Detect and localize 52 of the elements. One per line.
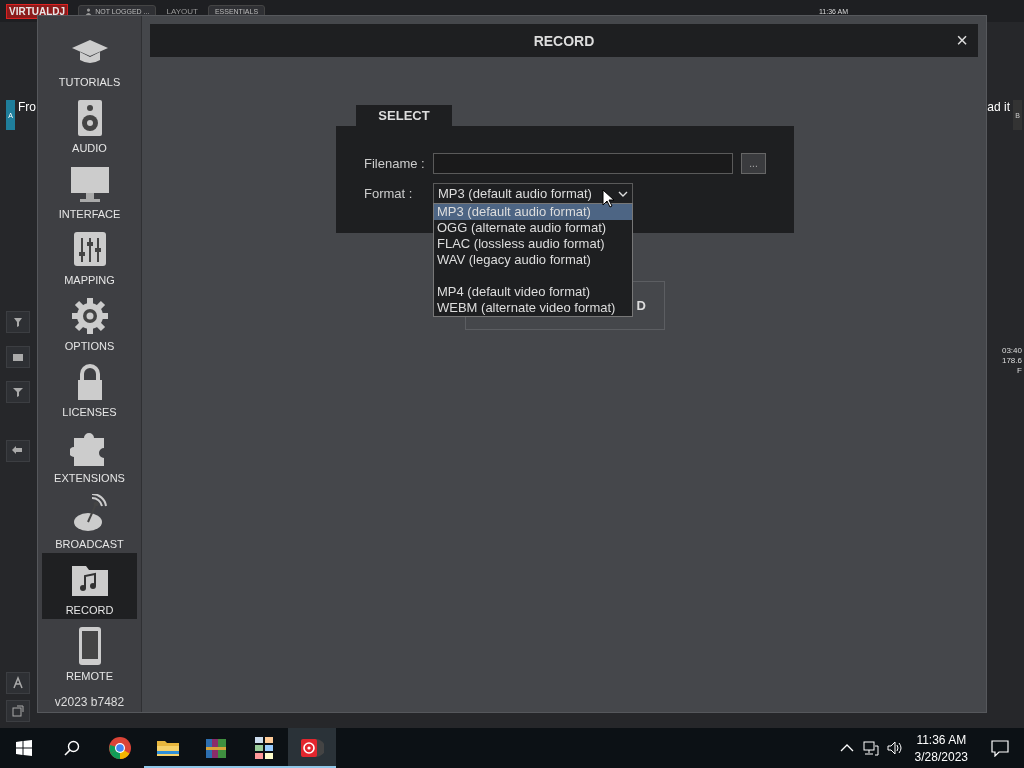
mouse-cursor-icon — [602, 189, 614, 208]
sidebar-item[interactable]: BROADCAST — [42, 487, 137, 553]
sidebar-item[interactable]: OPTIONS — [42, 289, 137, 355]
speech-bubble-icon — [991, 739, 1009, 757]
tiles-icon — [252, 736, 276, 760]
speaker-volume-icon — [886, 740, 903, 756]
taskbar-app[interactable] — [288, 728, 336, 768]
filename-field[interactable] — [433, 153, 733, 174]
sidebar-item[interactable]: EXTENSIONS — [42, 421, 137, 487]
track-title: ad it — [987, 100, 1010, 114]
deck-reading: F — [1017, 366, 1022, 375]
sidebar-item[interactable]: TUTORIALS — [42, 25, 137, 91]
deck-reading: 178.6 — [1001, 356, 1022, 365]
filter-icon — [11, 385, 25, 399]
archive-books-icon — [204, 736, 228, 760]
sidebar-item[interactable]: INTERFACE — [42, 157, 137, 223]
layout-label: LAYOUT — [166, 6, 198, 16]
dropdown-option[interactable]: MP3 (default audio format) — [434, 204, 632, 220]
sidebar-item[interactable]: MAPPING — [42, 223, 137, 289]
close-button[interactable]: × — [956, 30, 968, 50]
filename-label: Filename : — [364, 156, 426, 171]
text-size-button[interactable] — [6, 672, 30, 694]
letter-icon — [11, 676, 25, 690]
taskbar-clock[interactable]: 11:36 AM 3/28/2023 — [906, 728, 976, 768]
sidebar-item[interactable]: LICENSES — [42, 355, 137, 421]
dialog-title: RECORD — [533, 32, 595, 49]
search-icon — [64, 740, 80, 756]
window-icon — [11, 704, 25, 718]
sidebar-item[interactable]: REMOTE — [42, 619, 137, 685]
network-icon — [862, 740, 879, 756]
side-button[interactable] — [6, 346, 30, 368]
user-icon — [85, 7, 93, 15]
deck-reading: 03:40 — [1001, 346, 1022, 355]
window-button[interactable] — [6, 700, 30, 722]
track-title: Fro — [18, 100, 36, 114]
sidebar-item[interactable]: RECORD — [42, 553, 137, 619]
gear-icon — [69, 296, 110, 336]
windows-icon — [16, 740, 32, 756]
dropdown-option[interactable]: WAV (legacy audio format) — [434, 252, 632, 268]
chevron-down-icon — [618, 190, 628, 197]
side-button[interactable] — [6, 311, 30, 333]
version-text: v2023 b7482 — [54, 695, 125, 709]
dropdown-option[interactable]: FLAC (lossless audio format) — [434, 236, 632, 252]
browse-button[interactable]: ... — [741, 153, 766, 174]
side-button[interactable] — [6, 381, 30, 403]
dropdown-option[interactable]: OGG (alternate audio format) — [434, 220, 632, 236]
turntable-icon — [300, 736, 324, 760]
side-button[interactable] — [6, 440, 30, 462]
sidebar-item[interactable]: AUDIO — [42, 91, 137, 157]
chrome-icon — [108, 736, 132, 760]
format-label: Format : — [364, 186, 414, 201]
monitor-icon — [69, 164, 110, 204]
